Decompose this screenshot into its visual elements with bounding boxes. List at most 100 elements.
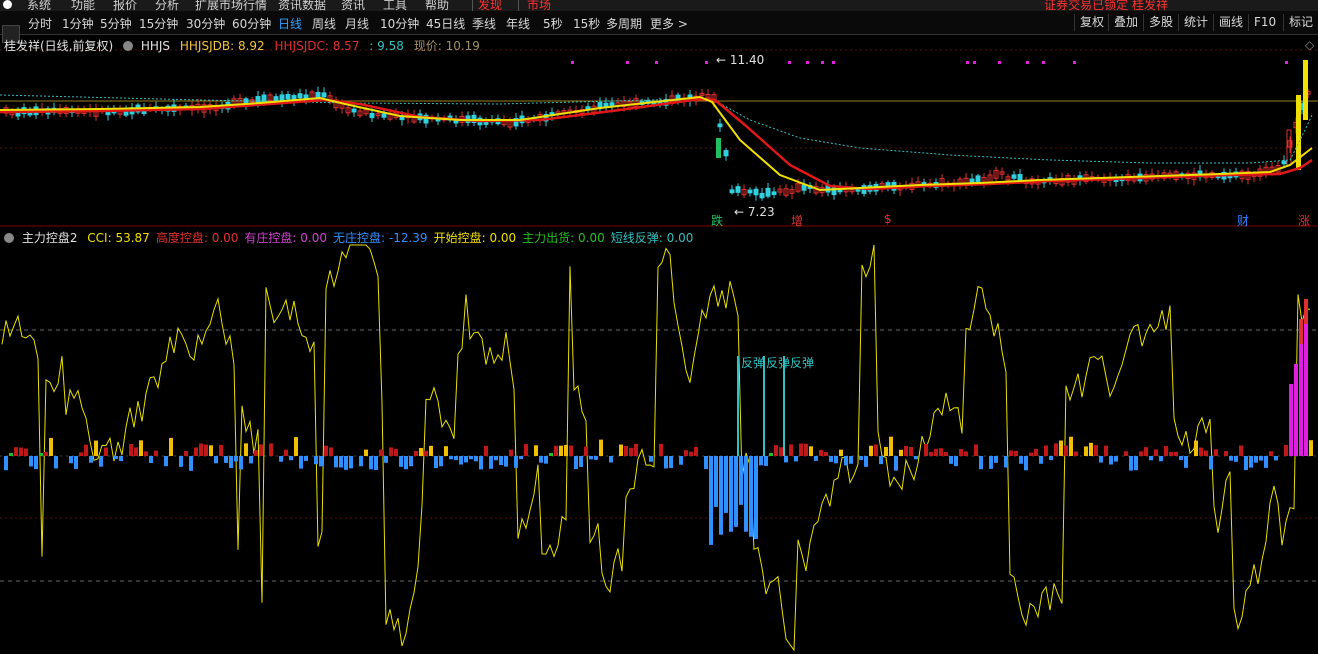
- bar-mark: [1029, 452, 1033, 456]
- bar-mark: [519, 456, 523, 460]
- bar-mark: [329, 447, 333, 456]
- signal-dot: [626, 61, 629, 64]
- indicator-toggle-icon[interactable]: [4, 233, 14, 243]
- candle-body: [273, 96, 279, 102]
- bar-mark: [194, 447, 198, 456]
- bar-mark: [1134, 456, 1138, 471]
- bar-mark: [959, 449, 963, 456]
- bar-mark: [54, 456, 58, 469]
- chart-canvas[interactable]: [0, 0, 1318, 654]
- bar-mark: [809, 446, 813, 456]
- bar-mark: [1144, 447, 1148, 456]
- sub-indicator-label: 短线反弹: [610, 231, 659, 245]
- bar-mark: [1014, 450, 1018, 456]
- bar-mark: [629, 447, 633, 456]
- bar-mark: [114, 456, 118, 460]
- bar-mark: [459, 456, 463, 465]
- bar-mark: [369, 456, 373, 470]
- bar-mark: [934, 448, 938, 456]
- bar-mark: [839, 449, 843, 456]
- signal-dot: [1285, 61, 1288, 64]
- sub-indicator-label: 有庄控盘: [244, 231, 293, 245]
- sub-indicator-value: -12.39: [388, 231, 428, 245]
- bar-mark: [474, 456, 478, 462]
- bar-mark: [939, 448, 943, 456]
- candle-body: [735, 186, 741, 193]
- bar-mark: [994, 456, 998, 463]
- bar-mark: [1094, 445, 1098, 456]
- high-price-label: ← 11.40: [716, 53, 765, 67]
- bar-mark: [209, 445, 213, 456]
- candle-body: [1303, 60, 1308, 120]
- bar-mark: [714, 456, 718, 507]
- bar-mark: [754, 456, 758, 540]
- panel-expand-icon[interactable]: ◇: [1305, 38, 1314, 52]
- bar-mark: [104, 447, 108, 456]
- bar-mark: [884, 446, 888, 456]
- bar-mark: [929, 451, 933, 456]
- bar-mark: [864, 456, 868, 467]
- bar-mark: [594, 456, 598, 460]
- signal-dot: [1073, 61, 1076, 64]
- bar-mark: [404, 456, 408, 470]
- bar-mark: [789, 444, 793, 456]
- candle-body: [729, 189, 735, 194]
- signal-add-label: 增: [791, 214, 804, 228]
- bar-mark: [1074, 451, 1078, 456]
- bar-mark: [539, 456, 543, 463]
- bar-mark: [909, 446, 913, 456]
- bar-mark: [379, 449, 383, 456]
- bar-mark: [304, 456, 308, 461]
- sub-indicator-value: 0.00: [489, 231, 517, 245]
- bar-mark: [1184, 456, 1188, 468]
- bar-mark: [1114, 456, 1118, 462]
- bar-mark: [14, 447, 18, 456]
- bar-mark: [979, 456, 983, 470]
- indicator-long-value: 9.58: [377, 39, 404, 53]
- indicator-name[interactable]: HHJS: [141, 39, 170, 53]
- bar-mark: [859, 456, 863, 460]
- bar-mark: [649, 456, 653, 462]
- bar-mark: [964, 451, 968, 456]
- bar-mark: [1214, 449, 1218, 456]
- bar-mark: [249, 456, 253, 464]
- bar-mark: [1254, 456, 1258, 463]
- sub-indicator-value: 0.00: [578, 231, 605, 245]
- bar-mark: [1109, 456, 1113, 465]
- bar-mark: [184, 451, 188, 456]
- bar-mark: [254, 450, 258, 456]
- bar-mark: [1264, 456, 1268, 468]
- bar-mark: [844, 456, 848, 466]
- bar-mark: [1224, 451, 1228, 456]
- candle-body: [297, 93, 303, 99]
- bar-mark: [784, 456, 788, 463]
- bar-mark: [559, 445, 563, 456]
- signal-dot: [966, 61, 969, 64]
- bar-mark: [434, 456, 438, 469]
- candle-body: [771, 191, 777, 196]
- indicator-hhjsjdc-label: HHJSJDC: [274, 39, 325, 53]
- sub-indicator-value: 0.00: [300, 231, 327, 245]
- bar-mark: [564, 444, 568, 456]
- stock-title: 桂发祥(日线,前复权): [4, 39, 114, 53]
- rebound-label: 反弹: [790, 356, 815, 370]
- signal-finance-label: 财: [1237, 214, 1250, 228]
- bar-mark: [819, 449, 823, 456]
- bar-mark: [769, 453, 773, 456]
- bar-mark: [164, 456, 168, 467]
- sub-chart-title[interactable]: 主力控盘2: [22, 231, 78, 245]
- indicator-toggle-icon[interactable]: [123, 41, 134, 51]
- bar-mark: [244, 443, 248, 456]
- sub-indicator-value: 53.87: [115, 231, 150, 245]
- candle-body: [765, 187, 771, 197]
- bar-mark: [219, 444, 223, 456]
- bar-mark: [349, 456, 353, 469]
- bar-mark: [569, 445, 573, 456]
- bar-mark: [739, 456, 743, 505]
- bar-mark: [619, 444, 623, 456]
- sub-indicator-label: 开始控盘: [433, 231, 482, 245]
- bar-mark: [1004, 456, 1008, 468]
- candle-body: [747, 189, 753, 194]
- bar-mark: [544, 456, 548, 464]
- bar-mark: [1204, 450, 1208, 456]
